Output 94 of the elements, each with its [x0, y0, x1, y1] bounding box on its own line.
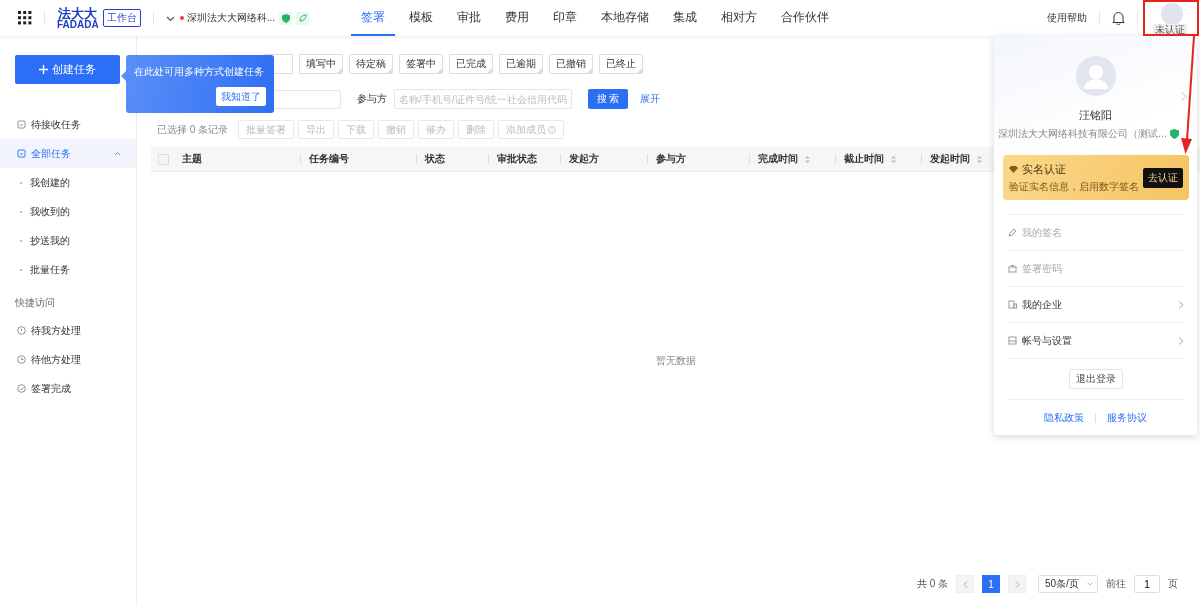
column-header[interactable]: 完成时间: [749, 154, 835, 164]
column-header: 审批状态: [488, 154, 560, 164]
logo[interactable]: 法大大 FADADA: [57, 6, 99, 30]
nav-tab[interactable]: 集成: [663, 0, 707, 36]
sidebar-item[interactable]: 全部任务: [0, 139, 136, 168]
nav-tab[interactable]: 模板: [399, 0, 443, 36]
sidebar-item[interactable]: 待接收任务: [0, 110, 136, 139]
plus-icon: [39, 65, 48, 74]
panel-icon: [1007, 336, 1017, 345]
nav-tab[interactable]: 审批: [447, 0, 491, 36]
nav-tab[interactable]: 签署: [351, 0, 395, 36]
chevron-left-icon: [962, 580, 968, 588]
expand-link[interactable]: 展开: [640, 92, 660, 106]
status-filter[interactable]: 已逾期: [499, 54, 543, 74]
sidebar-item[interactable]: 待他方处理: [0, 345, 136, 374]
help-link[interactable]: 使用帮助: [1047, 11, 1087, 25]
chevron-icon: [1177, 336, 1184, 345]
column-header: 任务编号: [300, 154, 416, 164]
search-button[interactable]: 搜 索: [588, 89, 628, 109]
sidebar-subitem[interactable]: 抄送我的: [0, 226, 136, 255]
column-header[interactable]: 截止时间: [835, 154, 921, 164]
dismiss-button[interactable]: 我知道了: [216, 87, 266, 106]
alert-circle-icon: [17, 326, 26, 335]
page-size-select[interactable]: 50条/页: [1038, 575, 1098, 593]
nav-tab[interactable]: 合作伙伴: [771, 0, 839, 36]
column-header: 状态: [416, 154, 488, 164]
empty-message: 暂无数据: [655, 354, 696, 368]
footer-link[interactable]: 服务协议: [1107, 411, 1147, 425]
diamond-icon: [1008, 165, 1018, 173]
sort-icon[interactable]: [976, 154, 983, 164]
avatar[interactable]: [1161, 3, 1183, 25]
pen-icon: [1007, 228, 1017, 237]
building-icon: [1007, 300, 1017, 309]
column-header[interactable]: 发起时间: [921, 154, 987, 164]
briefcase-icon: [1007, 264, 1017, 273]
card-subtitle: 验证实名信息，启用数字签名: [1008, 179, 1139, 194]
menu-item[interactable]: 帐号与设置: [1007, 323, 1184, 359]
status-filter[interactable]: 待定稿: [349, 54, 393, 74]
section-title: 快捷访问: [14, 296, 56, 310]
status-filter[interactable]: 填写中: [299, 54, 343, 74]
column-header: 主题: [182, 154, 203, 164]
status-filter[interactable]: 已撤销: [549, 54, 593, 74]
nav-tab[interactable]: 相对方: [711, 0, 767, 36]
page-suffix: 页: [1168, 577, 1178, 591]
field-label: 参与方: [357, 92, 387, 106]
footer-link[interactable]: 隐私政策: [1044, 411, 1084, 425]
chevron-right-icon: [1014, 580, 1020, 588]
page-input[interactable]: 1: [1134, 575, 1160, 593]
tooltip-text: 在此处可用多种方式创建任务: [134, 65, 265, 79]
sidebar-subitem[interactable]: 我收到的: [0, 197, 136, 226]
sidebar-item[interactable]: 签署完成: [0, 374, 136, 403]
chevron-icon[interactable]: [114, 150, 121, 157]
highlight-frame: [1143, 0, 1199, 36]
bell-icon[interactable]: [1112, 11, 1125, 25]
company-switcher[interactable]: 深圳法大大网络科...: [186, 11, 275, 25]
verify-button[interactable]: 去认证: [1142, 167, 1183, 188]
user-name: 汪铭阳: [1079, 108, 1112, 123]
nav-tab[interactable]: 印章: [543, 0, 587, 36]
select-all-checkbox[interactable]: [158, 153, 169, 165]
clock-icon: [17, 355, 26, 364]
status-filter[interactable]: 已完成: [449, 54, 493, 74]
previous-page-button[interactable]: [956, 575, 974, 593]
card-title: 实名认证: [1021, 161, 1066, 177]
sort-icon[interactable]: [890, 154, 897, 164]
column-header: 参与方: [647, 154, 749, 164]
avatar-icon: [1075, 56, 1116, 96]
menu-item[interactable]: 我的企业: [1007, 287, 1184, 323]
status-badge: 未认证: [1153, 24, 1187, 35]
apps-grid-icon[interactable]: [18, 11, 32, 25]
logout-button[interactable]: 退出登录: [1068, 369, 1123, 389]
create-task-button[interactable]: 创建任务: [15, 55, 120, 84]
caret-icon: [1087, 582, 1093, 586]
total-count: 共 0 条: [916, 577, 948, 591]
chevron-icon[interactable]: [1181, 92, 1188, 101]
selection-count: 已选择 0 条记录: [157, 122, 229, 137]
status-filter[interactable]: 已终止: [599, 54, 643, 74]
nav-tab[interactable]: 本地存储: [591, 0, 659, 36]
page-button[interactable]: 1: [982, 575, 1000, 593]
next-page-button[interactable]: [1008, 575, 1026, 593]
leaf-icon: [296, 11, 309, 25]
company-name: 深圳法大大网络科技有限公司（测试...: [998, 127, 1167, 141]
nav-tab[interactable]: 费用: [495, 0, 539, 36]
goto-label: 前往: [1106, 577, 1126, 591]
shield-icon: [279, 11, 292, 25]
workspace-badge: 工作台: [102, 9, 141, 27]
sidebar-subitem[interactable]: 我创建的: [0, 168, 136, 197]
sidebar-subitem[interactable]: 批量任务: [0, 255, 136, 284]
sort-icon[interactable]: [804, 154, 811, 164]
status-filter[interactable]: 签署中: [399, 54, 443, 74]
column-header: 发起方: [560, 154, 647, 164]
check-circle-icon: [17, 384, 26, 393]
shield-icon: [1169, 129, 1179, 139]
chevron-icon: [1177, 300, 1184, 309]
sidebar-item[interactable]: 待我方处理: [0, 316, 136, 345]
